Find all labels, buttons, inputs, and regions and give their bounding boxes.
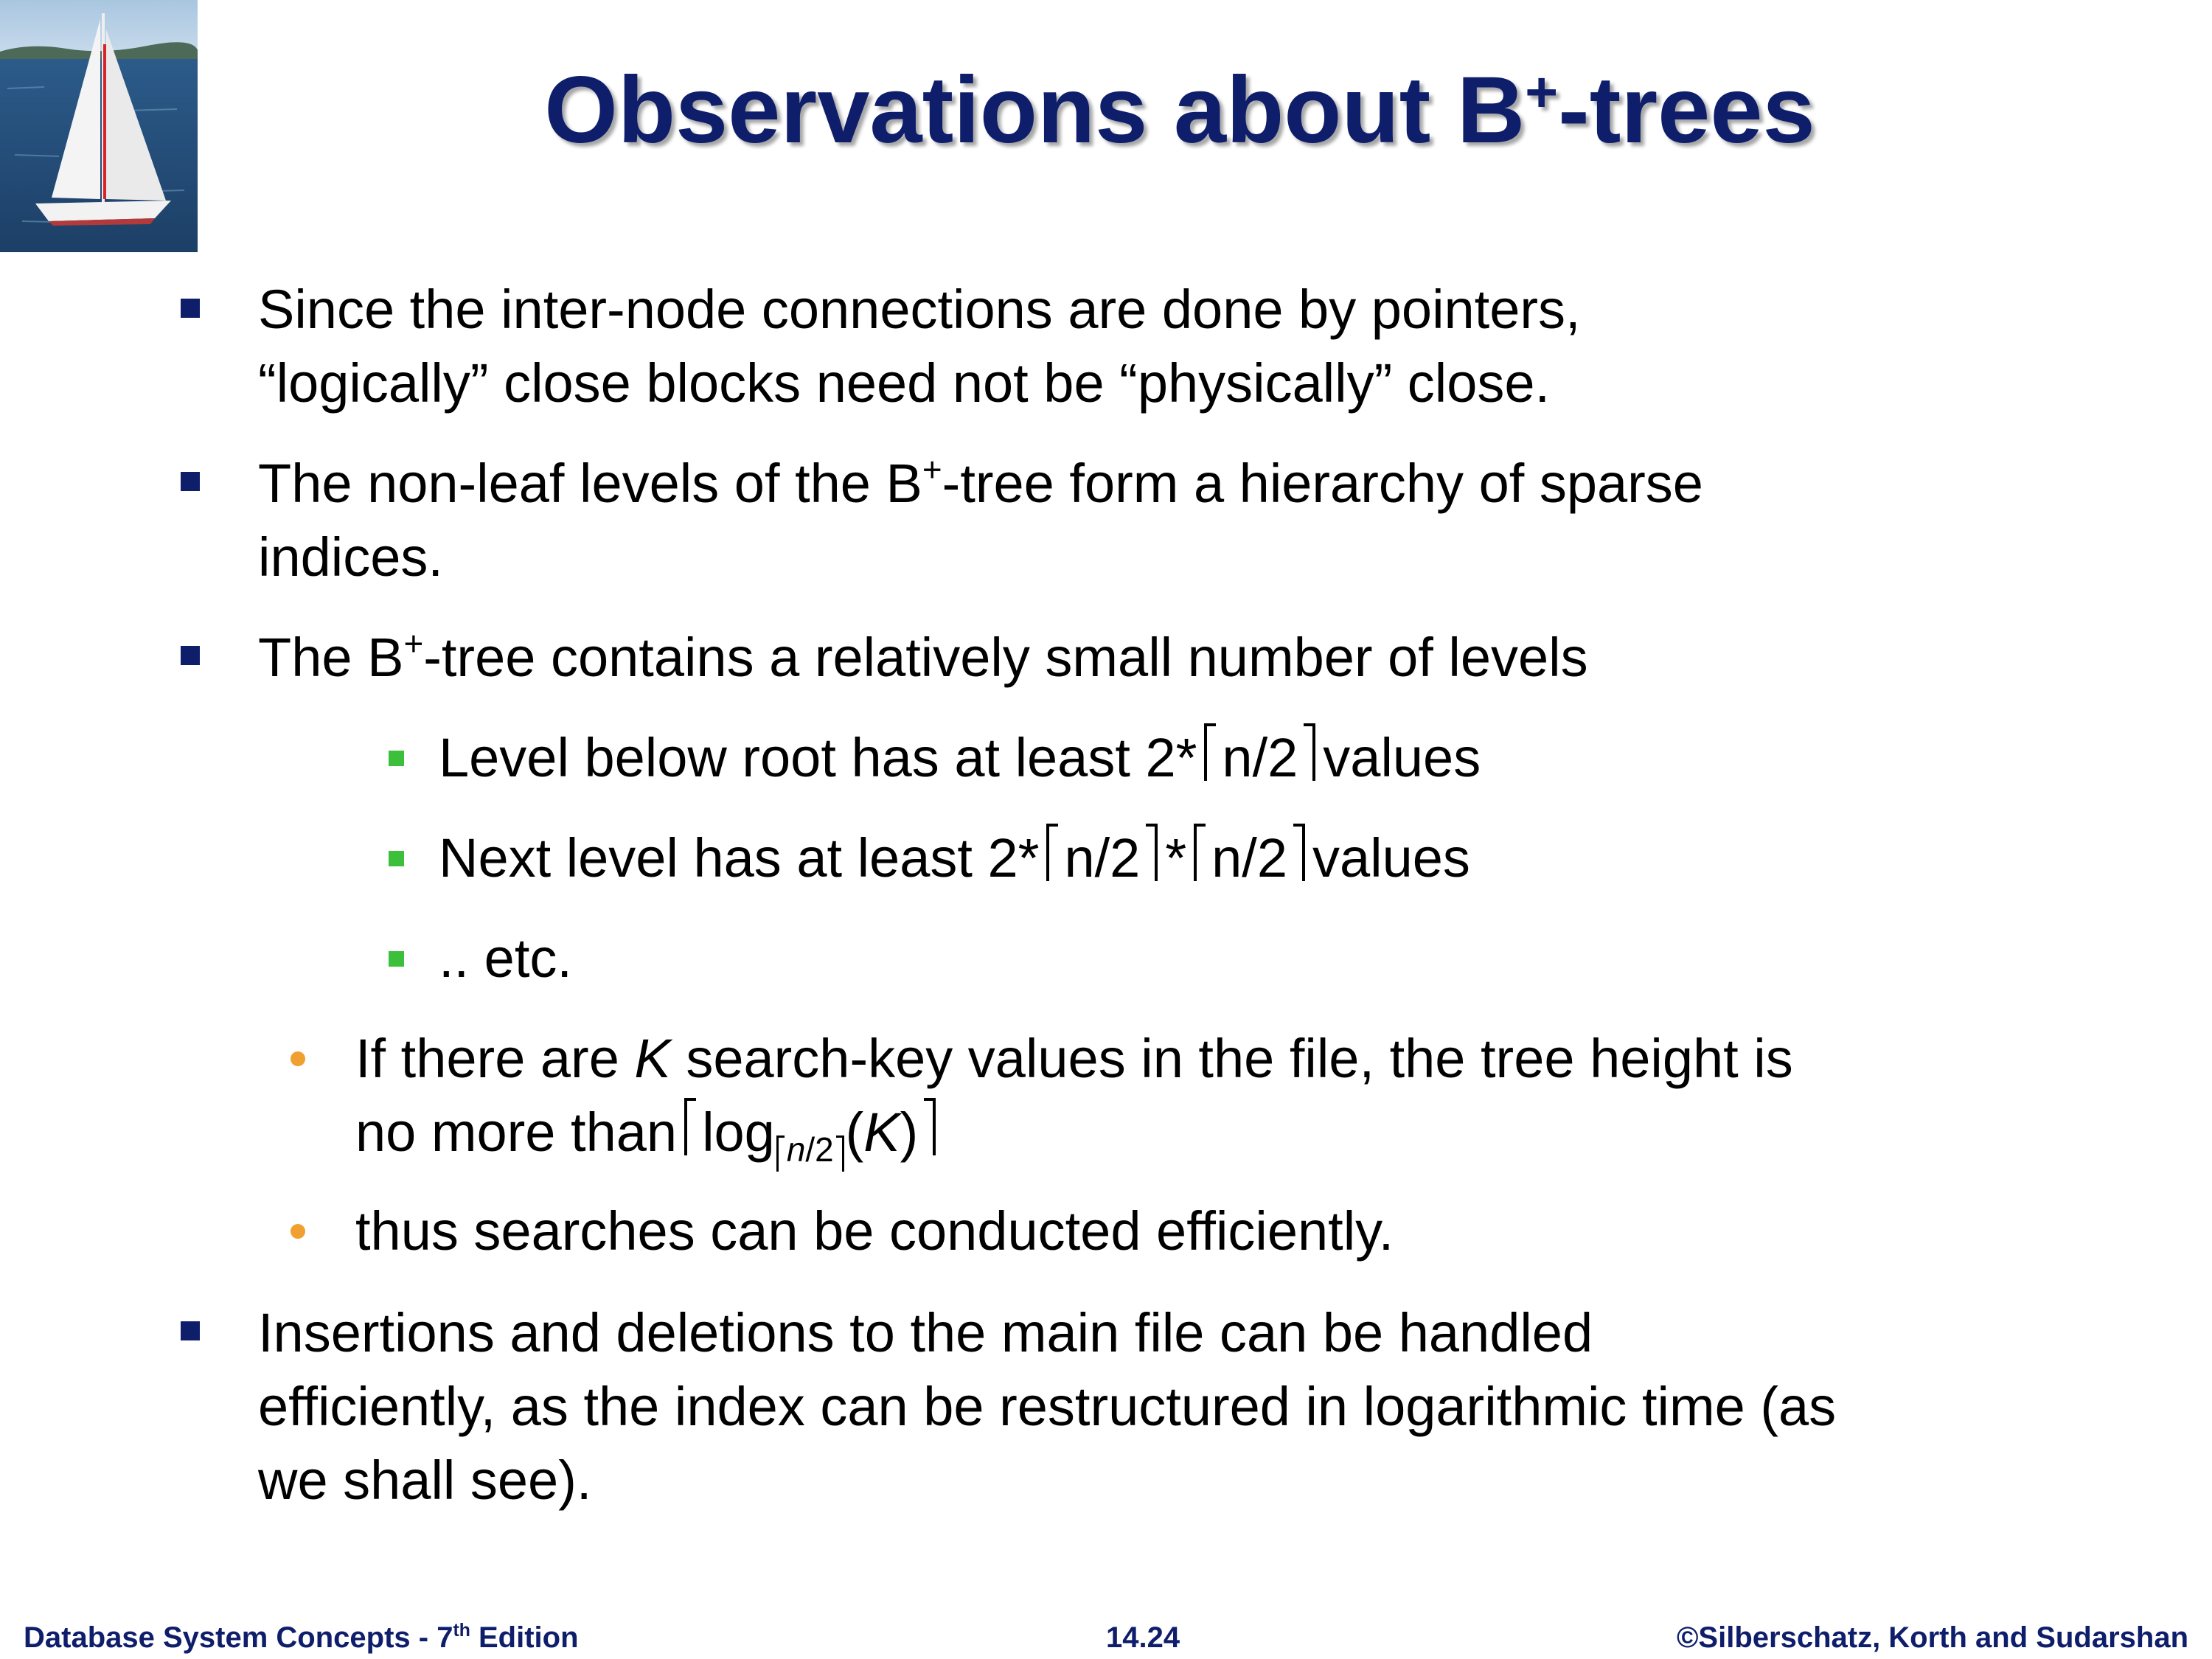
dot-bullet-marker: [291, 1224, 305, 1239]
ceiling-left-bracket: [684, 1098, 697, 1155]
sub-bullet-marker: [389, 951, 404, 967]
dot-bullet-2: thus searches can be conducted efficient…: [355, 1200, 1394, 1262]
bullet-3-line-1: The B+-tree contains a relatively small …: [258, 624, 1588, 688]
dot-bullet-marker: [291, 1051, 305, 1066]
sub-bullet-marker: [389, 851, 404, 866]
ceiling-left-bracket: [1204, 723, 1217, 781]
ceiling-right-bracket: [835, 1135, 844, 1172]
bullet-marker: [181, 299, 200, 318]
ceiling-left-bracket: [776, 1135, 785, 1172]
bullet-marker: [181, 1321, 200, 1340]
bullet-4-line-2: efficiently, as the index can be restruc…: [258, 1376, 1837, 1437]
sub-bullet-2: Next level has at least 2* n/2 * n/2 values: [439, 821, 1470, 895]
bullet-2-line-2: indices.: [258, 526, 443, 588]
bullet-1-line-2: “logically” close blocks need not be “ph…: [258, 352, 1551, 414]
ceiling-right-bracket: [1304, 723, 1316, 781]
dot-bullet-1-line-2: no more than log n/2 (K): [355, 1096, 943, 1172]
bullet-4-line-3: we shall see).: [258, 1450, 592, 1511]
bullet-1-line-1: Since the inter-node connections are don…: [258, 279, 1581, 340]
ceiling-left-bracket: [1194, 824, 1206, 881]
footer-book-title: Database System Concepts - 7th Edition: [24, 1621, 579, 1654]
dot-bullet-1-line-1: If there are K search-key values in the …: [355, 1028, 1793, 1089]
sub-bullet-1: Level below root has at least 2* n/2 value…: [439, 721, 1481, 795]
footer-page-number: 14.24: [1106, 1621, 1180, 1654]
ceiling-left-bracket: [1046, 824, 1059, 881]
footer-copyright: ©Silberschatz, Korth and Sudarshan: [1676, 1621, 2188, 1654]
sub-bullet-marker: [389, 751, 404, 766]
ceiling-right-bracket: [1146, 824, 1158, 881]
ceiling-right-bracket: [1293, 824, 1305, 881]
ceiling-right-bracket: [924, 1098, 936, 1155]
bullet-marker: [181, 472, 200, 491]
slide-content: Since the inter-node connections are don…: [0, 0, 2212, 1548]
bullet-2-line-1: The non-leaf levels of the B+-tree form …: [258, 450, 1703, 514]
bullet-4-line-1: Insertions and deletions to the main fil…: [258, 1302, 1593, 1363]
sub-bullet-3: .. etc.: [439, 928, 572, 989]
bullet-marker: [181, 646, 200, 665]
